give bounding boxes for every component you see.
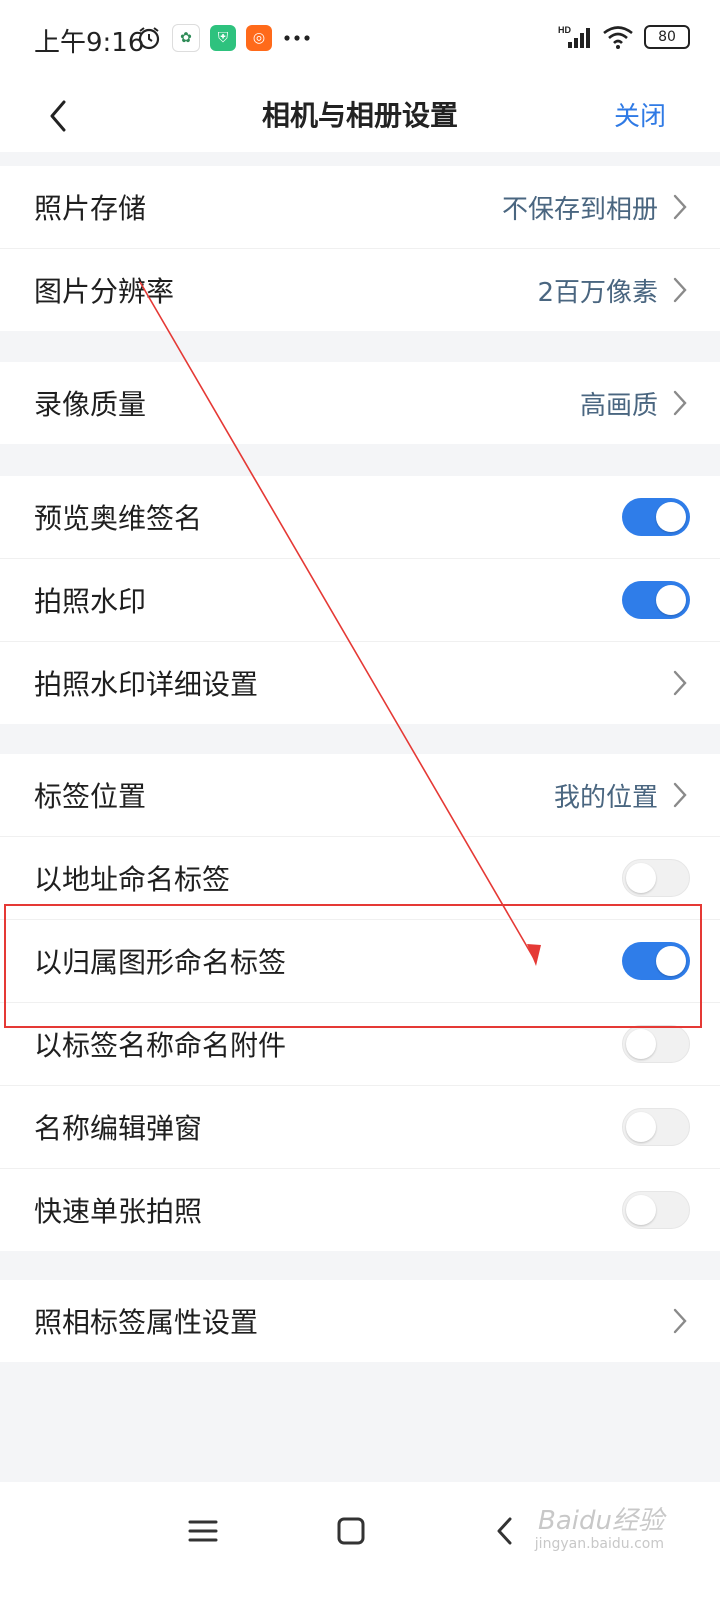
status-bar: 上午9:16 ✿ ⛨ ◎ HD 80 [0, 0, 720, 80]
nav-bar: 相机与相册设置 关闭 [0, 80, 720, 152]
toggle-switch[interactable] [622, 581, 690, 619]
chevron-right-icon [673, 1308, 687, 1334]
toggle-knob [626, 1029, 656, 1059]
setting-label: 以标签名称命名附件 [34, 1029, 287, 1062]
setting-row-photo-storage[interactable]: 照片存储 不保存到相册 [0, 166, 720, 249]
menu-icon [188, 1520, 218, 1542]
setting-row-photo-watermark: 拍照水印 [0, 559, 720, 642]
chevron-right-icon [673, 782, 687, 808]
toggle-knob [656, 946, 686, 976]
signal-icon: HD [558, 25, 590, 48]
setting-row-name-attachment: 以标签名称命名附件 [0, 1003, 720, 1086]
setting-value: 高画质 [579, 390, 658, 421]
setting-row-name-by-address: 以地址命名标签 [0, 837, 720, 920]
chevron-right-icon [673, 277, 687, 303]
toggle-switch[interactable] [622, 859, 690, 897]
setting-label: 图片分辨率 [34, 275, 175, 308]
wifi-icon [603, 26, 633, 49]
setting-value: 我的位置 [553, 782, 658, 813]
toggle-knob [656, 502, 686, 532]
baidu-watermark-url: jingyan.baidu.com [534, 1536, 664, 1552]
setting-label: 以归属图形命名标签 [34, 946, 287, 979]
label-group: 标签位置 我的位置 以地址命名标签 以归属图形命名标签 以标签名称命名附件 名称… [0, 754, 720, 1251]
toggle-switch[interactable] [622, 498, 690, 536]
setting-row-image-resolution[interactable]: 图片分辨率 2百万像素 [0, 249, 720, 331]
toggle-switch[interactable] [622, 1108, 690, 1146]
setting-label: 以地址命名标签 [34, 863, 231, 896]
setting-row-name-edit-popup: 名称编辑弹窗 [0, 1086, 720, 1169]
setting-row-quick-single-shot: 快速单张拍照 [0, 1169, 720, 1251]
shield-app-icon: ⛨ [210, 25, 236, 51]
setting-label: 录像质量 [34, 388, 147, 421]
svg-text:HD: HD [558, 25, 571, 35]
setting-row-watermark-details[interactable]: 拍照水印详细设置 [0, 642, 720, 724]
home-icon [337, 1517, 365, 1545]
setting-label: 名称编辑弹窗 [34, 1112, 203, 1145]
toggle-knob [626, 1195, 656, 1225]
battery-indicator: 80 [644, 25, 690, 49]
menu-button[interactable] [178, 1506, 228, 1556]
back-icon [497, 1517, 512, 1545]
setting-row-video-quality[interactable]: 录像质量 高画质 [0, 362, 720, 444]
more-notifications-icon [284, 35, 310, 41]
toggle-switch[interactable] [622, 1025, 690, 1063]
setting-label: 拍照水印详细设置 [34, 668, 259, 701]
attributes-group: 照相标签属性设置 [0, 1280, 720, 1362]
video-group: 录像质量 高画质 [0, 362, 720, 444]
chevron-right-icon [673, 390, 687, 416]
setting-value: 2百万像素 [537, 277, 658, 308]
setting-row-preview-signature: 预览奥维签名 [0, 476, 720, 559]
back-nav-button[interactable] [480, 1506, 530, 1556]
watermark-group: 预览奥维签名 拍照水印 拍照水印详细设置 [0, 476, 720, 724]
toggle-switch[interactable] [622, 1191, 690, 1229]
toggle-knob [626, 1112, 656, 1142]
alarm-icon [138, 27, 160, 50]
app-notification-icon: ✿ [172, 24, 200, 52]
setting-label: 照相标签属性设置 [34, 1306, 259, 1339]
setting-value: 不保存到相册 [501, 194, 658, 225]
setting-row-name-by-shape: 以归属图形命名标签 [0, 920, 720, 1003]
storage-group: 照片存储 不保存到相册 图片分辨率 2百万像素 [0, 166, 720, 331]
close-button[interactable]: 关闭 [614, 96, 666, 133]
setting-label: 预览奥维签名 [34, 502, 203, 535]
home-button[interactable] [326, 1506, 376, 1556]
status-time: 上午9:16 [34, 28, 145, 58]
setting-label: 照片存储 [34, 192, 147, 225]
setting-label: 拍照水印 [34, 585, 147, 618]
chevron-right-icon [673, 194, 687, 220]
status-right: HD 80 [558, 24, 690, 50]
toggle-knob [626, 863, 656, 893]
notification-icons: ✿ ⛨ ◎ [136, 24, 312, 52]
setting-label: 快速单张拍照 [34, 1195, 203, 1228]
page-title: 相机与相册设置 [261, 99, 458, 132]
battery-level: 80 [658, 29, 676, 45]
setting-label: 标签位置 [34, 780, 147, 813]
toggle-knob [656, 585, 686, 615]
baidu-watermark: Baidu经验 [538, 1506, 664, 1536]
kuaishou-app-icon: ◎ [246, 25, 272, 51]
toggle-switch[interactable] [622, 942, 690, 980]
setting-row-label-attributes[interactable]: 照相标签属性设置 [0, 1280, 720, 1362]
setting-row-label-location[interactable]: 标签位置 我的位置 [0, 754, 720, 837]
chevron-right-icon [673, 670, 687, 696]
